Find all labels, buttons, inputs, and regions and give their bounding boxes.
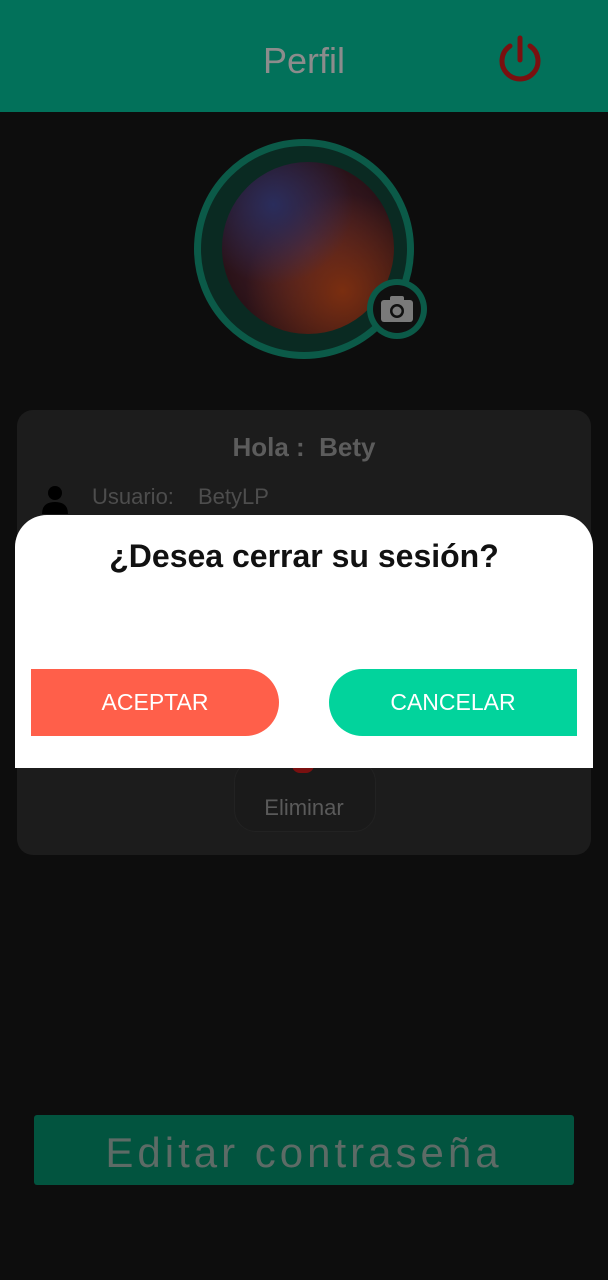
dialog-title: ¿Desea cerrar su sesión? [109,538,499,574]
user-icon [42,486,68,514]
username-value: BetyLP [198,484,269,509]
edit-password-button[interactable]: Editar contraseña [34,1115,574,1185]
greeting-name: Bety [319,432,376,462]
accept-button[interactable]: ACEPTAR [31,669,279,736]
greeting-prefix: Hola : [232,432,305,462]
username-row: Usuario: BetyLP [40,484,440,516]
delete-label: Eliminar [264,795,344,820]
edit-password-label: Editar contraseña [105,1129,503,1176]
username-label: Usuario: [92,484,174,509]
greeting: Hola : Bety [0,432,608,463]
top-app-bar: Perfil [0,0,608,112]
change-photo-button[interactable] [367,279,427,339]
power-icon[interactable] [494,34,546,86]
cancel-button[interactable]: CANCELAR [329,669,577,736]
camera-icon [381,296,413,322]
